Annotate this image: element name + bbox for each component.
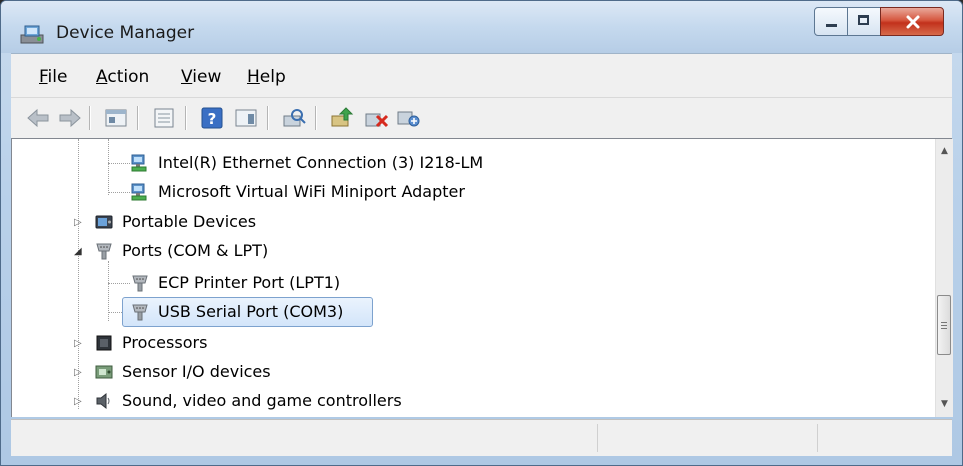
scan-hardware-icon[interactable]	[281, 106, 307, 130]
port-icon	[132, 304, 148, 321]
tree-item-label: Sensor I/O devices	[122, 362, 271, 381]
speaker-icon	[96, 392, 110, 410]
minimize-button[interactable]	[814, 7, 848, 36]
port-icon	[96, 243, 112, 260]
minimize-icon	[826, 24, 837, 27]
tree-item-label: Sound, video and game controllers	[122, 391, 402, 410]
help-icon[interactable]: ?	[199, 106, 225, 130]
window-title: Device Manager	[56, 23, 195, 43]
expand-arrow-icon[interactable]: ▷	[74, 367, 82, 378]
menu-help[interactable]: Help	[247, 67, 286, 87]
scroll-down-arrow-icon[interactable]: ▼	[936, 396, 953, 413]
uninstall-icon[interactable]	[363, 106, 389, 130]
title-bar[interactable]: Device Manager	[1, 1, 962, 53]
device-manager-app-icon	[20, 25, 44, 44]
svg-text:?: ?	[208, 110, 217, 128]
tree-item-label: USB Serial Port (COM3)	[158, 302, 344, 321]
port-icon	[132, 275, 148, 292]
device-tree[interactable]: Intel(R) Ethernet Connection (3) I218-LM…	[11, 138, 953, 417]
status-bar	[11, 419, 952, 456]
tree-item-label: ECP Printer Port (LPT1)	[158, 273, 341, 292]
update-driver-icon[interactable]	[329, 106, 355, 130]
menu-bar: File Action View Help	[11, 53, 952, 98]
properties-icon[interactable]	[103, 106, 129, 130]
device-manager-window: Device Manager File Action View Help ? I…	[0, 0, 963, 466]
back-icon[interactable]	[25, 106, 51, 130]
menu-view[interactable]: View	[181, 67, 221, 87]
disable-icon[interactable]	[395, 106, 421, 130]
tree-item-label: Ports (COM & LPT)	[122, 241, 269, 260]
tree-item-label: Intel(R) Ethernet Connection (3) I218-LM	[158, 153, 484, 172]
processor-icon	[96, 335, 112, 351]
action-pane-icon[interactable]	[233, 106, 259, 130]
menu-file[interactable]: File	[39, 67, 67, 87]
expand-arrow-icon[interactable]: ▷	[74, 217, 82, 228]
portable-device-icon	[95, 215, 113, 229]
network-adapter-icon	[131, 183, 147, 201]
forward-icon[interactable]	[57, 106, 83, 130]
collapse-arrow-icon[interactable]: ◢	[74, 246, 82, 257]
network-adapter-icon	[131, 154, 147, 172]
toolbar: ?	[11, 97, 952, 139]
close-icon	[906, 15, 920, 29]
vertical-scrollbar[interactable]: ▲ ▼	[935, 139, 953, 417]
tree-item-label: Portable Devices	[122, 212, 257, 231]
menu-action[interactable]: Action	[96, 67, 149, 87]
tree-item-label: Microsoft Virtual WiFi Miniport Adapter	[158, 182, 465, 201]
expand-arrow-icon[interactable]: ▷	[74, 338, 82, 349]
tree-item-label: Processors	[122, 333, 208, 352]
maximize-icon	[858, 15, 869, 25]
maximize-button[interactable]	[847, 7, 881, 36]
scrollbar-thumb[interactable]	[937, 295, 951, 355]
sensor-icon	[95, 365, 113, 379]
scroll-up-arrow-icon[interactable]: ▲	[936, 143, 953, 160]
show-hide-console-tree-icon[interactable]	[151, 106, 177, 130]
expand-arrow-icon[interactable]: ▷	[74, 396, 82, 407]
close-button[interactable]	[880, 7, 944, 36]
